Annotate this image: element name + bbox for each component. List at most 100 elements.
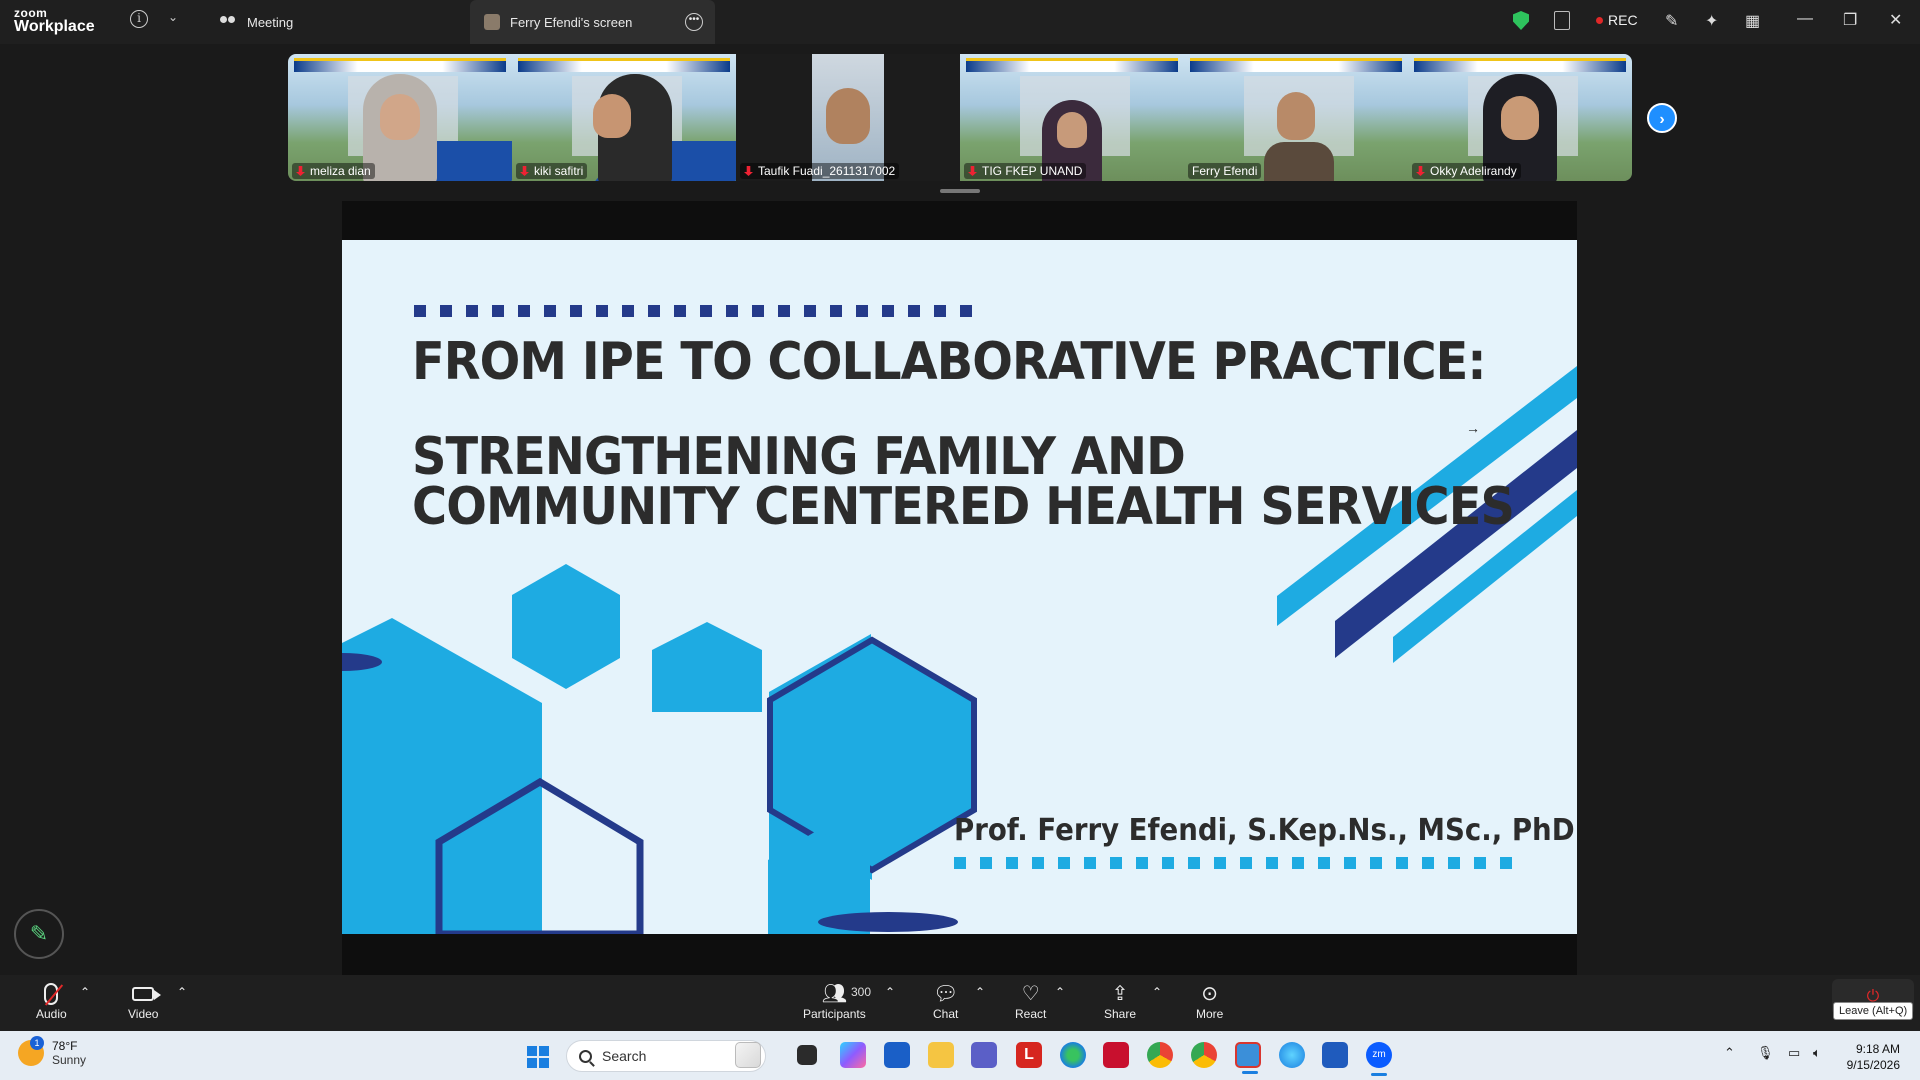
slide-title-line-3: COMMUNITY CENTERED HEALTH SERVICES	[412, 477, 1515, 537]
zoom-title-bar: zoom Workplace i ⌄ Meeting Ferry Efendi'…	[0, 0, 1920, 44]
react-button[interactable]: ♡ React	[1015, 981, 1046, 1021]
app-l-icon[interactable]: L	[1016, 1042, 1042, 1068]
mouse-cursor-icon: →	[1466, 420, 1480, 436]
video-options-caret-icon[interactable]: ⌃	[177, 985, 187, 999]
audio-label: Audio	[36, 1007, 67, 1021]
audio-options-caret-icon[interactable]: ⌃	[80, 985, 90, 999]
video-tile[interactable]: Taufik Fuadi_2611317002	[736, 54, 960, 181]
show-hidden-icons-icon[interactable]: ⌃	[1724, 1045, 1735, 1061]
video-button[interactable]: Video	[128, 981, 162, 1021]
restore-icon[interactable]: ❐	[1843, 10, 1857, 30]
participant-face	[1057, 112, 1087, 148]
more-button[interactable]: ⊙ More	[1196, 981, 1223, 1021]
next-page-arrow-icon[interactable]: ›	[1647, 103, 1677, 133]
microphone-tray-icon[interactable]: 🎙︎	[1757, 1045, 1774, 1061]
heart-icon: ♡	[1021, 983, 1040, 1005]
photos-app-icon[interactable]	[1235, 1042, 1261, 1074]
react-options-caret-icon[interactable]: ⌃	[1055, 985, 1065, 999]
background-banner	[1190, 58, 1402, 72]
participant-name: kiki safitri	[516, 163, 588, 179]
tab-shared-screen[interactable]: Ferry Efendi's screen •••	[470, 0, 715, 44]
tab-meeting[interactable]: Meeting	[205, 0, 307, 44]
participant-face	[1277, 92, 1315, 140]
weather-temp: 78°F	[52, 1039, 78, 1053]
video-strip: meliza dian kiki safitri Taufik Fuadi_26…	[288, 54, 1632, 181]
chrome-icon[interactable]	[1147, 1042, 1173, 1068]
chat-button[interactable]: 💬︎ Chat	[933, 981, 958, 1021]
participant-name: TIG FKEP UNAND	[964, 163, 1087, 179]
mic-muted-icon	[44, 981, 59, 1007]
slide-title-line-1: FROM IPE TO COLLABORATIVE PRACTICE:	[412, 332, 1487, 392]
video-tile[interactable]: meliza dian	[288, 54, 512, 181]
volume-tray-icon[interactable]: 🔈︎	[1813, 1045, 1821, 1061]
annotate-icon[interactable]: ✎	[1665, 11, 1678, 31]
background-banner	[294, 58, 506, 72]
share-screen-icon: ⇪	[1111, 983, 1129, 1005]
close-icon[interactable]: ✕	[1889, 10, 1902, 30]
network-tray-icon[interactable]: ▭	[1788, 1045, 1800, 1061]
slide-title-subtitle: STRENGTHENING FAMILY AND COMMUNITY CENTE…	[412, 427, 1515, 537]
recording-indicator[interactable]: REC	[1596, 12, 1638, 28]
background-banner	[966, 58, 1178, 72]
participants-options-caret-icon[interactable]: ⌃	[885, 985, 895, 999]
share-button[interactable]: ⇪ Share	[1104, 981, 1136, 1021]
copilot-icon[interactable]	[840, 1042, 866, 1068]
system-clock[interactable]: 9:18 AM 9/15/2026	[1847, 1041, 1900, 1073]
share-label: Share	[1104, 1007, 1137, 1021]
word-icon[interactable]	[1322, 1042, 1348, 1068]
mcafee-icon[interactable]	[1103, 1042, 1129, 1068]
presentation-slide: FROM IPE TO COLLABORATIVE PRACTICE: STRE…	[342, 240, 1577, 934]
search-placeholder: Search	[602, 1048, 647, 1064]
slide-author: Prof. Ferry Efendi, S.Kep.Ns., MSc., PhD	[954, 813, 1575, 848]
chat-options-caret-icon[interactable]: ⌃	[975, 985, 985, 999]
leave-tooltip: Leave (Alt+Q)	[1833, 1002, 1914, 1020]
sun-icon: 1	[18, 1036, 44, 1066]
chat-bubble-icon: 💬︎	[933, 983, 959, 1005]
video-tile[interactable]: TIG FKEP UNAND	[960, 54, 1184, 181]
participant-name: Okky Adelirandy	[1412, 163, 1521, 179]
view-grid-icon[interactable]: ▦	[1745, 11, 1760, 31]
participants-count: 300	[851, 985, 872, 999]
chevron-down-icon[interactable]: ⌄	[168, 10, 178, 24]
ai-companion-icon[interactable]: ✦	[1705, 11, 1718, 31]
edge-icon[interactable]	[1060, 1042, 1086, 1068]
notes-icon[interactable]	[1554, 11, 1570, 30]
search-icon	[579, 1049, 592, 1063]
slide-title-line-2: STRENGTHENING FAMILY AND	[412, 427, 1186, 487]
share-options-caret-icon[interactable]: ⌃	[1152, 985, 1162, 999]
security-shield-icon[interactable]	[1513, 11, 1529, 30]
strip-resize-handle[interactable]	[940, 189, 980, 193]
more-dots-icon: ⊙	[1201, 983, 1219, 1005]
participant-face	[826, 88, 870, 144]
chat-label: Chat	[933, 1007, 959, 1021]
weather-widget[interactable]: 1 78°F Sunny	[18, 1036, 87, 1067]
weather-app-icon[interactable]	[1279, 1042, 1305, 1068]
meeting-info-icon[interactable]: i	[130, 10, 148, 28]
video-tile[interactable]: kiki safitri	[512, 54, 736, 181]
participant-name: Taufik Fuadi_2611317002	[740, 163, 900, 179]
zoom-app-icon[interactable]: zm	[1366, 1042, 1392, 1076]
chrome-profile-icon[interactable]	[1191, 1042, 1217, 1068]
minimize-icon[interactable]: —	[1797, 10, 1813, 28]
presenter-avatar	[484, 14, 500, 30]
participant-face	[380, 94, 420, 140]
teams-icon[interactable]	[971, 1042, 997, 1068]
video-tile-active-speaker[interactable]: Ferry Efendi	[1184, 54, 1408, 181]
audio-button[interactable]: Audio	[36, 981, 67, 1021]
more-options-icon[interactable]: •••	[685, 13, 703, 31]
logo-text-workplace: Workplace	[14, 18, 95, 35]
file-explorer-icon[interactable]	[928, 1042, 954, 1068]
more-label: More	[1196, 1007, 1224, 1021]
task-view-icon[interactable]	[797, 1045, 817, 1065]
recording-label: REC	[1608, 12, 1638, 28]
notes-app-icon[interactable]	[735, 1042, 761, 1068]
participant-name: Ferry Efendi	[1188, 163, 1262, 179]
store-icon[interactable]	[884, 1042, 910, 1068]
meeting-toolbar: Audio ⌃ Video ⌃ 👥︎ Participants 300 ⌃ 💬︎…	[0, 975, 1920, 1031]
weather-desc: Sunny	[52, 1053, 87, 1067]
video-tile[interactable]: Okky Adelirandy	[1408, 54, 1632, 181]
windows-start-icon[interactable]	[527, 1046, 549, 1068]
annotation-pen-button[interactable]: ✎	[14, 909, 64, 959]
participant-face	[1501, 96, 1539, 140]
windows-taskbar: 1 78°F Sunny Search L zm ⌃ 🎙︎ ▭ 🔈︎ 9:18 …	[0, 1031, 1920, 1080]
